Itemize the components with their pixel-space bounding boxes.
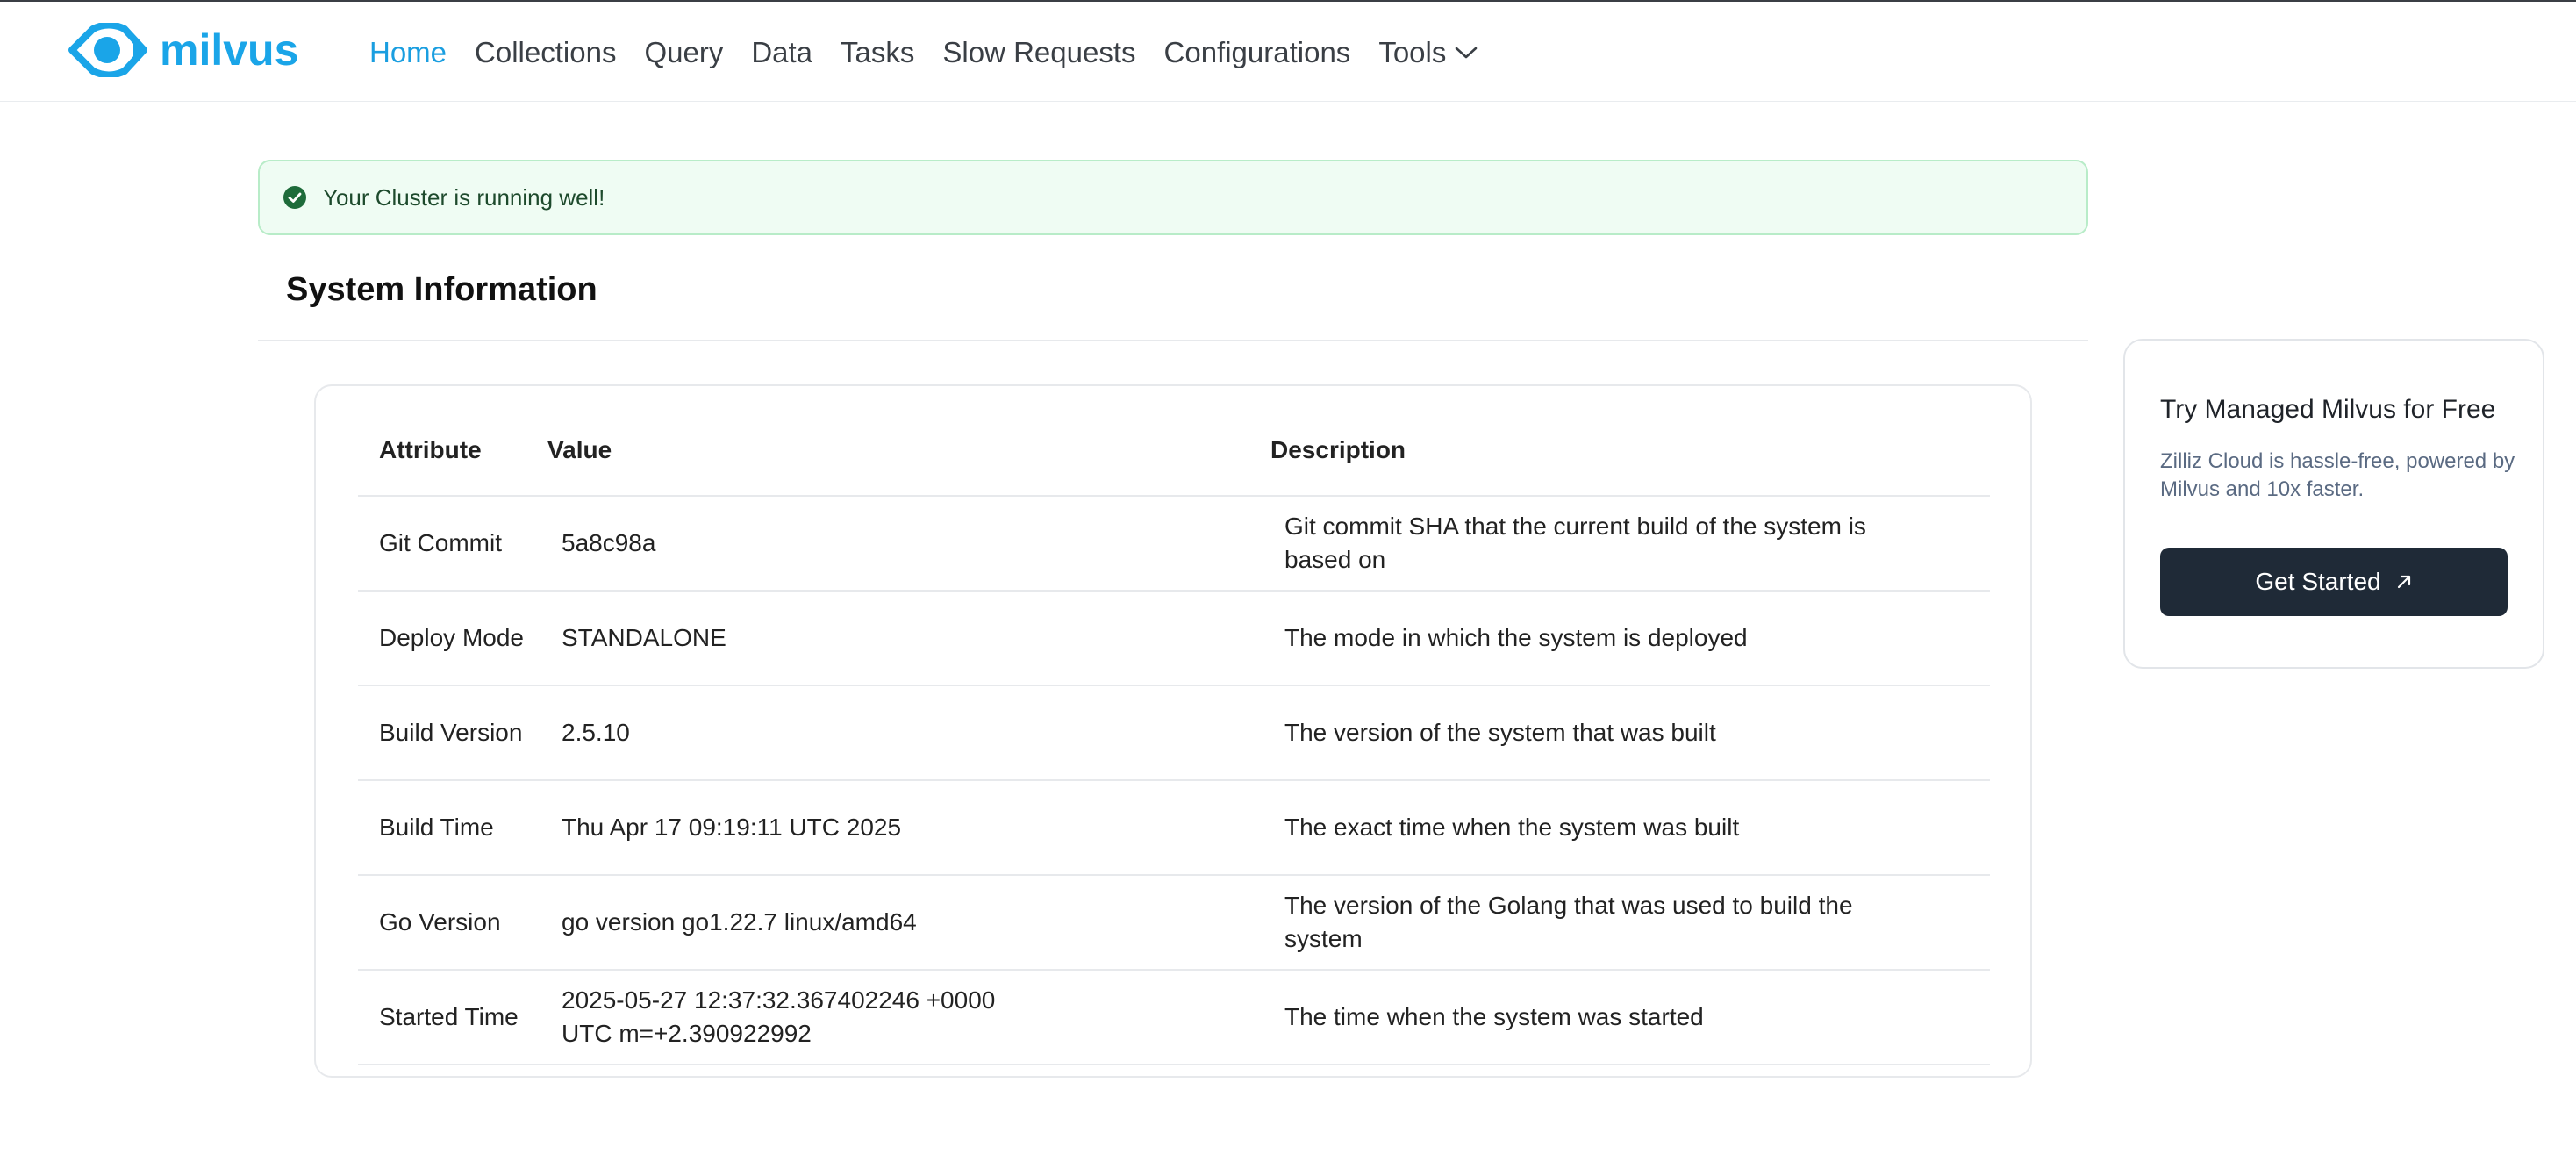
section-divider <box>258 340 2088 341</box>
nav-collections[interactable]: Collections <box>475 33 616 72</box>
nav-data[interactable]: Data <box>751 33 812 72</box>
cell-description: The mode in which the system is deployed <box>1270 591 1990 686</box>
cell-value: STANDALONE <box>547 591 1270 686</box>
navbar: milvus Home Collections Query Data Tasks… <box>0 2 2576 102</box>
brand-logo[interactable]: milvus <box>68 21 298 79</box>
promo-title: Try Managed Milvus for Free <box>2160 395 2496 424</box>
table-row: Build Version 2.5.10 The version of the … <box>358 685 1990 781</box>
table-row: Build Time Thu Apr 17 09:19:11 UTC 2025 … <box>358 780 1990 876</box>
cell-description: The time when the system was started <box>1270 970 1990 1065</box>
column-header-description: Description <box>1270 405 1990 497</box>
cell-attribute: Build Version <box>358 685 547 781</box>
nav-tasks[interactable]: Tasks <box>841 33 914 72</box>
column-header-attribute: Attribute <box>358 405 547 497</box>
table-header-row: Attribute Value Description <box>358 405 1990 497</box>
milvus-eye-icon <box>68 23 147 77</box>
nav-home[interactable]: Home <box>369 33 447 72</box>
cell-value: 5a8c98a <box>547 496 1270 592</box>
nav-tools-label: Tools <box>1378 36 1447 68</box>
cell-value: 2.5.10 <box>547 685 1270 781</box>
cell-attribute: Go Version <box>358 875 547 971</box>
managed-milvus-promo-card: Try Managed Milvus for Free Zilliz Cloud… <box>2123 339 2544 669</box>
cell-value: Thu Apr 17 09:19:11 UTC 2025 <box>547 780 1270 876</box>
cell-description: The version of the Golang that was used … <box>1270 875 1990 971</box>
alert-message: Your Cluster is running well! <box>323 183 605 211</box>
nav-tools-dropdown[interactable]: Tools <box>1378 33 1478 72</box>
system-info-table: Attribute Value Description Git Commit 5… <box>358 405 1990 1065</box>
get-started-label: Get Started <box>2255 568 2381 595</box>
nav-configurations[interactable]: Configurations <box>1164 33 1351 72</box>
cluster-status-alert: Your Cluster is running well! <box>258 160 2088 235</box>
table-row: Go Version go version go1.22.7 linux/amd… <box>358 875 1990 971</box>
cell-description: Git commit SHA that the current build of… <box>1270 496 1990 592</box>
arrow-up-right-icon <box>2397 575 2410 589</box>
system-info-card: Attribute Value Description Git Commit 5… <box>314 384 2032 1078</box>
promo-description: Zilliz Cloud is hassle-free, powered by … <box>2160 449 2515 501</box>
column-header-value: Value <box>547 405 1270 497</box>
nav-query[interactable]: Query <box>644 33 723 72</box>
cell-attribute: Started Time <box>358 970 547 1065</box>
cell-description: The version of the system that was built <box>1270 685 1990 781</box>
cell-attribute: Deploy Mode <box>358 591 547 686</box>
chevron-down-icon <box>1456 47 1478 59</box>
check-circle-icon <box>283 185 307 210</box>
brand-name: milvus <box>160 25 299 75</box>
cell-attribute: Git Commit <box>358 496 547 592</box>
table-row: Git Commit 5a8c98a Git commit SHA that t… <box>358 496 1990 592</box>
get-started-button[interactable]: Get Started <box>2160 548 2508 616</box>
cell-description: The exact time when the system was built <box>1270 780 1990 876</box>
page-title: System Information <box>286 271 597 308</box>
table-row: Started Time 2025-05-27 12:37:32.3674022… <box>358 970 1990 1065</box>
cell-attribute: Build Time <box>358 780 547 876</box>
nav-slow-requests[interactable]: Slow Requests <box>942 33 1135 72</box>
table-row: Deploy Mode STANDALONE The mode in which… <box>358 591 1990 686</box>
cell-value: go version go1.22.7 linux/amd64 <box>547 875 1270 971</box>
main-nav: Home Collections Query Data Tasks Slow R… <box>369 33 1506 72</box>
cell-value: 2025-05-27 12:37:32.367402246 +0000 UTC … <box>547 970 1270 1065</box>
